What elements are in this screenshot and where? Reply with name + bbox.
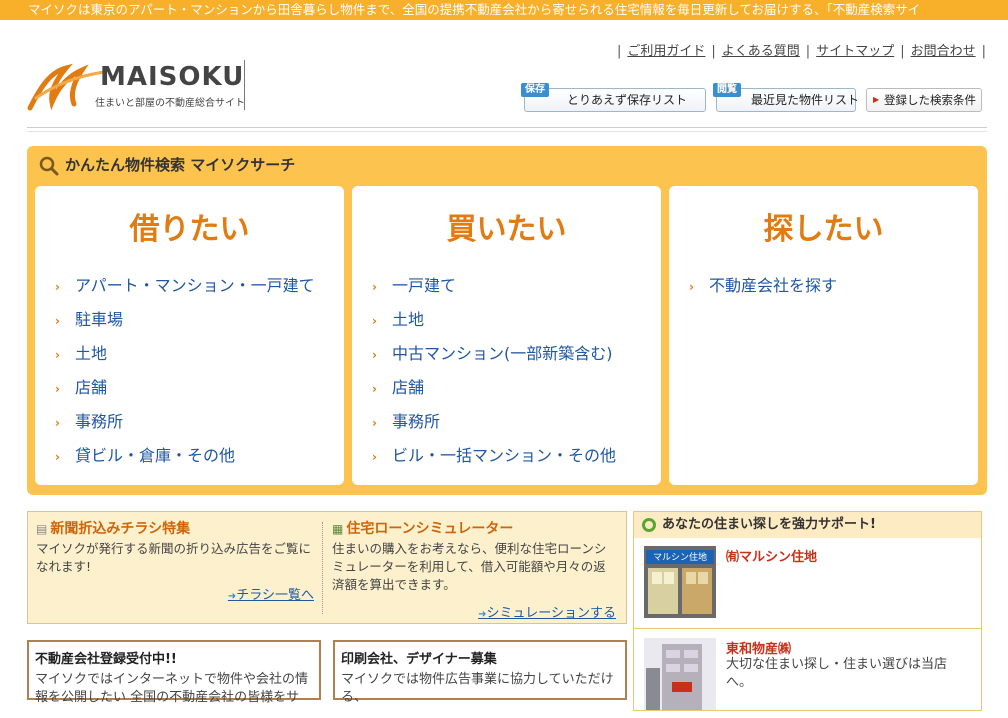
chevron-right-icon: › — [689, 280, 694, 294]
calculator-icon: ▦ — [332, 522, 344, 536]
features-box: ▤ 新聞折込みチラシ特集 マイソクが発行する新聞の折り込み広告をご覧になれます! … — [27, 511, 627, 624]
agent-recruit-title: 不動産会社登録受付中!! — [35, 652, 177, 667]
building-photo — [644, 638, 716, 710]
rent-item[interactable]: › 駐車場 — [55, 309, 344, 343]
shop-photo: マルシン住地 — [644, 546, 716, 618]
designer-recruit-title: 印刷会社、デザイナー募集 — [341, 652, 497, 667]
find-item[interactable]: › 不動産会社を探す — [689, 275, 978, 309]
circle-icon — [642, 517, 656, 532]
chevron-right-icon: › — [372, 450, 377, 464]
buy-item[interactable]: › 事務所 — [372, 411, 661, 445]
flyer-text: マイソクが発行する新聞の折り込み広告をご覧になれます! — [36, 541, 312, 574]
agent-recruit-text: マイソクではインターネットで物件や会社の情報を公開したい 全国の不動産会社の皆様… — [35, 672, 309, 705]
rent-card: 借りたい › アパート・マンション・一戸建て › 駐車場 › 土地 › 店舗 › 事務所 … — [35, 186, 344, 485]
arrow-circle-icon: ➜ — [227, 591, 237, 602]
loan-text: 住まいの購入をお考えなら、便利な住宅ローンシミュレーターを利用して、借入可能額や… — [332, 541, 607, 592]
rent-item[interactable]: › 事務所 — [55, 411, 344, 445]
support-panel: あなたの住まい探しを強力サポート! マルシン住地 ㈲マルシン住地 東和物産㈱ 大… — [633, 511, 982, 711]
saved-list-label: とりあえず保存リスト — [567, 93, 688, 107]
search-icon — [39, 156, 59, 175]
logo-divider — [244, 60, 245, 110]
chevron-right-icon: › — [55, 348, 60, 362]
chevron-right-icon: › — [372, 314, 377, 328]
header-rule — [27, 127, 987, 128]
rent-item[interactable]: › 土地 — [55, 343, 344, 377]
buy-item[interactable]: › 土地 — [372, 309, 661, 343]
search-panel-title-text: かんたん物件検索 マイソクサーチ — [65, 156, 296, 174]
buy-item[interactable]: › 中古マンション(一部新築含む) — [372, 343, 661, 377]
buy-item[interactable]: › ビル・一括マンション・その他 — [372, 445, 661, 479]
support-item[interactable]: 東和物産㈱ 大切な住まい探し・住まい選びは当店へ。 — [644, 638, 974, 718]
features-divider — [322, 522, 323, 614]
rent-heading[interactable]: 借りたい — [35, 204, 344, 247]
faq-link[interactable]: よくある質問 — [722, 44, 800, 59]
chevron-right-icon: › — [372, 382, 377, 396]
support-header: あなたの住まい探しを強力サポート! — [634, 512, 981, 538]
svg-text:マルシン住地: マルシン住地 — [653, 551, 707, 563]
viewed-tag: 閲覧 — [713, 83, 741, 97]
find-card: 探したい › 不動産会社を探す — [669, 186, 978, 485]
rent-item[interactable]: › 店舗 — [55, 377, 344, 411]
flyer-section: ▤ 新聞折込みチラシ特集 マイソクが発行する新聞の折り込み広告をご覧になれます! … — [36, 518, 314, 618]
chevron-right-icon: › — [55, 314, 60, 328]
contact-link[interactable]: お問合わせ — [911, 44, 976, 59]
loan-title[interactable]: ▦ 住宅ローンシミュレーター — [332, 518, 616, 538]
chevron-right-icon: › — [55, 280, 60, 294]
search-panel-title: かんたん物件検索 マイソクサーチ — [39, 154, 295, 176]
chevron-right-icon: › — [55, 382, 60, 396]
logo-tagline: 住まいと部屋の不動産総合サイト — [95, 98, 245, 109]
top-banner: マイソクは東京のアパート・マンションから田舎暮らし物件まで、全国の提携不動産会社… — [0, 0, 1008, 20]
support-divider — [634, 628, 981, 629]
flyer-title[interactable]: ▤ 新聞折込みチラシ特集 — [36, 518, 314, 538]
rent-item[interactable]: › 貸ビル・倉庫・その他 — [55, 445, 344, 479]
chevron-right-icon: › — [372, 416, 377, 430]
designer-recruit-box[interactable]: 印刷会社、デザイナー募集 マイソクでは物件広告事業に協力していただける、 — [333, 640, 627, 705]
buy-card: 買いたい › 一戸建て › 土地 › 中古マンション(一部新築含む) › 店舗 › 事務所… — [352, 186, 661, 485]
saved-list-button[interactable]: 保存 とりあえず保存リスト — [521, 83, 706, 112]
buy-item[interactable]: › 一戸建て — [372, 275, 661, 309]
agent-recruit-box[interactable]: 不動産会社登録受付中!! マイソクではインターネットで物件や会社の情報を公開した… — [27, 640, 321, 705]
recently-viewed-label: 最近見た物件リスト — [751, 93, 860, 107]
rent-item[interactable]: › アパート・マンション・一戸建て — [55, 275, 344, 309]
logo-name: MAISOKU — [100, 62, 245, 92]
recently-viewed-button[interactable]: 閲覧 最近見た物件リスト — [713, 83, 860, 112]
designer-recruit-text: マイソクでは物件広告事業に協力していただける、 — [341, 672, 614, 705]
chevron-right-icon: › — [55, 416, 60, 430]
chevron-right-icon: › — [372, 348, 377, 362]
buy-item[interactable]: › 店舗 — [372, 377, 661, 411]
loan-link[interactable]: ➜シミュレーションする — [478, 602, 616, 621]
logo-swoosh-icon — [27, 63, 106, 111]
sitemap-link[interactable]: サイトマップ — [816, 44, 894, 59]
arrow-right-icon: ▶ — [873, 95, 880, 104]
top-links: | ご利用ガイド | よくある質問 | サイトマップ | お問合わせ | — [616, 44, 986, 59]
find-heading[interactable]: 探したい — [669, 204, 978, 247]
saved-search-label: 登録した検索条件 — [884, 93, 976, 107]
arrow-circle-icon: ➜ — [478, 609, 487, 620]
flyer-link[interactable]: ➜チラシ一覧へ — [228, 584, 314, 603]
property-search-panel: かんたん物件検索 マイソクサーチ 借りたい › アパート・マンション・一戸建て ›… — [27, 146, 987, 495]
saved-search-button[interactable]: ▶ 登録した検索条件 — [866, 88, 982, 112]
chevron-right-icon: › — [372, 280, 377, 294]
save-tag: 保存 — [521, 83, 549, 97]
site-logo[interactable]: MAISOKU 住まいと部屋の不動産総合サイト — [26, 58, 248, 114]
support-item-name[interactable]: ㈲マルシン住地 — [726, 546, 817, 565]
loan-section: ▦ 住宅ローンシミュレーター 住まいの購入をお考えなら、便利な住宅ローンシミュレー… — [332, 518, 616, 621]
support-item-name[interactable]: 東和物産㈱ — [726, 638, 791, 657]
header-rule-light — [27, 131, 987, 132]
newspaper-icon: ▤ — [36, 522, 48, 536]
support-item[interactable]: マルシン住地 ㈲マルシン住地 — [644, 546, 974, 628]
guide-link[interactable]: ご利用ガイド — [627, 44, 705, 59]
chevron-right-icon: › — [55, 450, 60, 464]
support-item-desc: 大切な住まい探し・住まい選びは当店へ。 — [726, 657, 948, 690]
buy-heading[interactable]: 買いたい — [352, 204, 661, 247]
